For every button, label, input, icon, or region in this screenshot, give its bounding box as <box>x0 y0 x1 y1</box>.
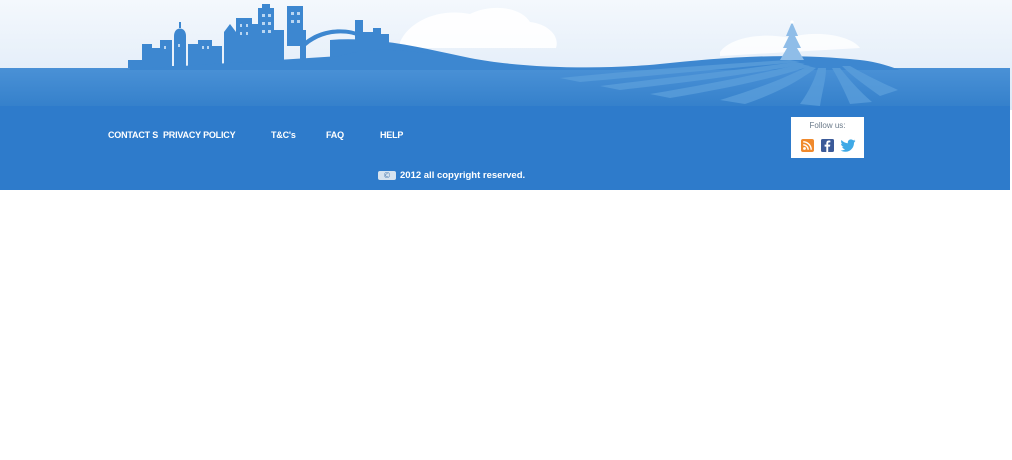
footer-bar: CONTACT S PRIVACY POLICY T&C's FAQ HELP … <box>0 106 1010 190</box>
twitter-icon[interactable] <box>840 139 856 152</box>
follow-us-box: Follow us: <box>791 117 864 158</box>
site-footer: CONTACT S PRIVACY POLICY T&C's FAQ HELP … <box>0 0 1012 190</box>
footer-link-terms[interactable]: T&C's <box>271 130 296 140</box>
follow-us-label: Follow us: <box>809 121 846 130</box>
copyright-text: 2012 all copyright reserved. <box>400 170 526 181</box>
footer-link-help[interactable]: HELP <box>380 130 403 140</box>
footer-link-privacy-policy[interactable]: PRIVACY POLICY <box>163 130 236 140</box>
rss-icon[interactable] <box>801 139 814 152</box>
facebook-icon[interactable] <box>821 139 834 152</box>
footer-link-faq[interactable]: FAQ <box>326 130 344 140</box>
copyright-icon: © <box>378 171 396 180</box>
footer-link-contact[interactable]: CONTACT S <box>108 130 158 140</box>
skyline-illustration <box>0 0 1012 110</box>
